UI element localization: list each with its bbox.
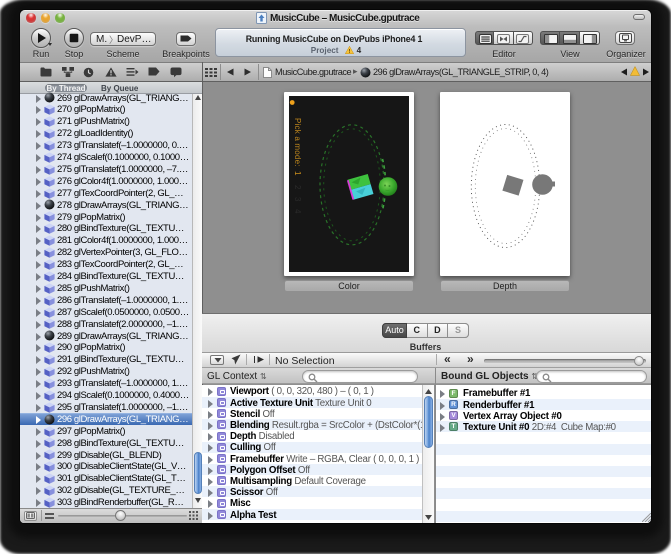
svg-text:!: ! bbox=[349, 49, 351, 54]
